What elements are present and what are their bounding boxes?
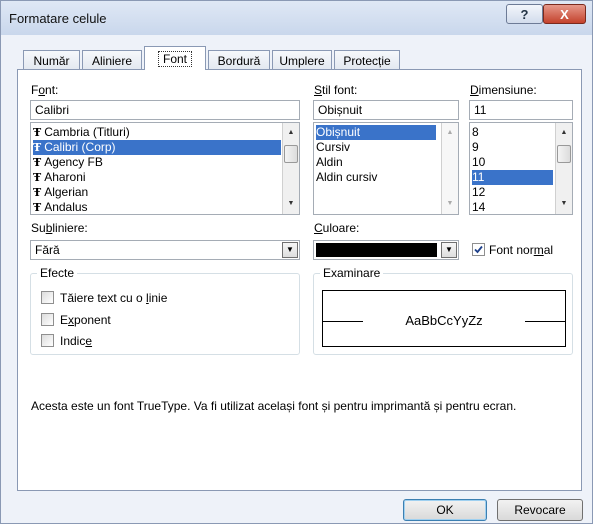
checkmark-icon	[474, 245, 483, 254]
list-item[interactable]: Ŧ Andalus	[33, 200, 88, 214]
tab-fill[interactable]: Umplere	[272, 50, 332, 70]
size-input[interactable]: 11	[469, 100, 573, 120]
font-name-input[interactable]: Calibri	[30, 100, 300, 120]
color-swatch	[316, 243, 437, 257]
scroll-up-arrow-icon[interactable]: ▲	[283, 125, 299, 141]
chevron-down-icon[interactable]: ▼	[441, 242, 457, 258]
subscript-label: Indice	[60, 334, 93, 348]
help-button[interactable]: ?	[506, 4, 543, 24]
scroll-up-arrow-icon[interactable]: ▲	[442, 125, 458, 141]
color-label: Culoare:	[314, 221, 360, 235]
truetype-icon: Ŧ	[33, 156, 42, 169]
tab-protection[interactable]: Protecție	[334, 50, 400, 70]
truetype-icon: Ŧ	[33, 141, 42, 154]
list-item[interactable]: Ŧ Agency FB	[33, 155, 103, 170]
strikethrough-checkbox[interactable]	[41, 291, 54, 304]
underline-label: Subliniere:	[31, 221, 88, 235]
list-item[interactable]: 12	[472, 185, 485, 200]
tab-label: Protecție	[343, 53, 391, 68]
preview-box: AaBbCcYyZz	[322, 290, 566, 347]
truetype-icon: Ŧ	[33, 171, 42, 184]
scroll-down-arrow-icon[interactable]: ▼	[442, 196, 458, 212]
underline-value: Fără	[35, 243, 60, 257]
scroll-thumb[interactable]	[284, 145, 298, 163]
list-item-selected[interactable]: Obișnuit	[316, 125, 436, 140]
tab-label: Aliniere	[91, 53, 133, 68]
scroll-thumb[interactable]	[557, 145, 571, 163]
list-item[interactable]: 9	[472, 140, 479, 155]
tab-number[interactable]: Număr	[23, 50, 80, 70]
truetype-icon: Ŧ	[33, 201, 42, 214]
font-description: Acesta este un font TrueType. Va fi util…	[31, 399, 517, 413]
ok-button[interactable]: OK	[403, 499, 487, 521]
font-list[interactable]: Ŧ Cambria (Titluri) Ŧ Calibri (Corp) Ŧ Agen…	[30, 122, 300, 215]
size-list-scrollbar[interactable]: ▲ ▼	[555, 123, 572, 214]
font-style-input[interactable]: Obișnuit	[313, 100, 459, 120]
tab-alignment[interactable]: Aliniere	[82, 50, 142, 70]
truetype-icon: Ŧ	[33, 126, 42, 139]
font-style-label: Stil font:	[314, 83, 358, 97]
superscript-checkbox[interactable]	[41, 313, 54, 326]
subscript-checkbox[interactable]	[41, 334, 54, 347]
scroll-up-arrow-icon[interactable]: ▲	[556, 125, 572, 141]
superscript-label: Exponent	[60, 313, 111, 327]
tab-label: Umplere	[279, 53, 325, 68]
list-item[interactable]: Ŧ Cambria (Titluri)	[33, 125, 130, 140]
list-item[interactable]: Aldin cursiv	[316, 170, 377, 185]
font-style-scrollbar[interactable]: ▲ ▼	[441, 123, 458, 214]
preview-sample: AaBbCcYyZz	[405, 313, 483, 328]
list-item[interactable]: 14	[472, 200, 485, 214]
scroll-down-arrow-icon[interactable]: ▼	[556, 196, 572, 212]
list-item[interactable]: Ŧ Algerian	[33, 185, 88, 200]
window-title: Formatare celule	[9, 11, 107, 26]
list-item-selected[interactable]: 11	[472, 170, 553, 185]
size-label: Dimensiune:	[470, 83, 537, 97]
list-item[interactable]: 10	[472, 155, 485, 170]
strikethrough-label: Tăiere text cu o linie	[60, 291, 168, 305]
tab-label: Număr	[33, 53, 70, 68]
list-item[interactable]: Cursiv	[316, 140, 350, 155]
format-cells-dialog: Formatare celule ? X Număr Aliniere Font…	[0, 0, 593, 524]
cancel-button[interactable]: Revocare	[497, 499, 583, 521]
tab-label: Font	[157, 50, 192, 67]
underline-select[interactable]: Fără ▼	[30, 240, 300, 260]
list-item[interactable]: Aldin	[316, 155, 343, 170]
normal-font-checkbox[interactable]	[472, 243, 485, 256]
normal-font-label: Font normal	[489, 243, 554, 257]
close-icon: X	[560, 6, 569, 22]
tab-border[interactable]: Bordură	[208, 50, 270, 70]
effects-title: Efecte	[37, 266, 78, 280]
size-list[interactable]: 8 9 10 11 12 14 ▲ ▼	[469, 122, 573, 215]
preview-title: Examinare	[320, 266, 384, 280]
tab-font[interactable]: Font	[144, 46, 206, 70]
close-button[interactable]: X	[543, 4, 586, 24]
list-item-selected[interactable]: Ŧ Calibri (Corp)	[33, 140, 281, 155]
color-select[interactable]: ▼	[313, 240, 459, 260]
font-label: Font:	[31, 83, 59, 97]
title-bar[interactable]: Formatare celule ? X	[1, 1, 592, 35]
scroll-down-arrow-icon[interactable]: ▼	[283, 196, 299, 212]
tab-label: Bordură	[217, 53, 261, 68]
help-icon: ?	[520, 6, 529, 22]
font-style-list[interactable]: Obișnuit Cursiv Aldin Aldin cursiv ▲ ▼	[313, 122, 459, 215]
list-item[interactable]: 8	[472, 125, 479, 140]
font-list-scrollbar[interactable]: ▲ ▼	[282, 123, 299, 214]
chevron-down-icon[interactable]: ▼	[282, 242, 298, 258]
truetype-icon: Ŧ	[33, 186, 42, 199]
list-item[interactable]: Ŧ Aharoni	[33, 170, 86, 185]
